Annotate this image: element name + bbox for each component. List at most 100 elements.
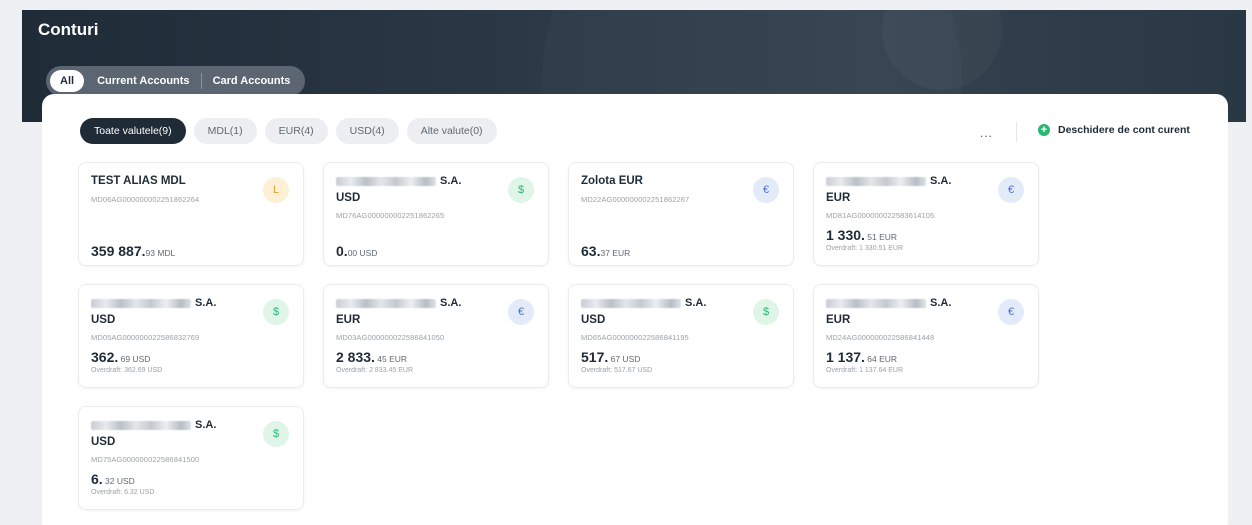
redacted-text [826,298,926,308]
overdraft-info: Overdraft: 2 833.45 EUR [336,367,414,374]
account-card[interactable]: S.A. USD MD05AG000000022586832769 $362. 69 … [78,284,304,388]
overdraft-info: Overdraft: 517.67 USD [581,367,653,374]
balance-integer: 63. [581,243,601,259]
balance-decimal-currency: 51 EUR [864,232,898,242]
account-balance: 63.37 EUR [581,243,630,261]
account-name-suffix: S.A. [685,297,707,309]
overdraft-info: Overdraft: 362.69 USD [91,367,163,374]
account-type-tabs: All Current Accounts Card Accounts [46,66,306,96]
account-iban: MD76AG000000002251862265 [336,211,445,220]
account-card[interactable]: Zolota EUR MD22AG000000002251862267 €63.37… [568,162,794,266]
account-cards-grid: TEST ALIAS MDL MD06AG000000002251862264 L 3… [78,162,1039,510]
account-card[interactable]: S.A. EUR MD03AG000000022586841050 €2 833. 4… [323,284,549,388]
overdraft-info: Overdraft: 6.32 USD [91,489,155,496]
dollar-icon: $ [263,421,289,447]
euro-icon: € [753,177,779,203]
balance-decimal-currency: 00 USD [347,248,378,258]
dollar-icon: $ [508,177,534,203]
account-iban: MD05AG000000022586832769 [91,333,200,342]
tab-card-accounts[interactable]: Card Accounts [202,70,302,92]
filter-chip-other[interactable]: Alte valute(0) [406,118,497,144]
currency-filter-chips: Toate valutele(9) MDL(1) EUR(4) USD(4) A… [80,118,497,144]
account-name-suffix: S.A. [930,175,952,187]
balance-integer: 0. [336,243,348,259]
accounts-panel: Toate valutele(9) MDL(1) EUR(4) USD(4) A… [42,94,1228,525]
account-balance: 2 833. 45 EUR [336,349,407,367]
account-balance: 1 137. 64 EUR [826,349,897,367]
balance-integer: 1 137. [826,349,865,365]
account-iban: MD03AG000000022586841050 [336,333,445,342]
account-balance: 362. 69 USD [91,349,150,367]
account-currency: USD [336,192,361,204]
overdraft-info: Overdraft: 1 137.64 EUR [826,367,904,374]
page-title: Conturi [38,20,99,39]
account-card[interactable]: S.A. EUR MD24AG000000022586841448 €1 137. 6… [813,284,1039,388]
dollar-icon: $ [753,299,779,325]
dollar-icon: $ [263,299,289,325]
account-balance: 0.00 USD [336,243,377,261]
account-currency: USD [91,314,116,326]
euro-icon: € [998,299,1024,325]
account-card[interactable]: S.A. USD MD76AG000000002251862265 $0.00 USD [323,162,549,266]
account-card[interactable]: TEST ALIAS MDL MD06AG000000002251862264 L 3… [78,162,304,266]
balance-decimal-currency: 45 EUR [374,354,408,364]
redacted-text [826,176,926,186]
redacted-text [336,176,436,186]
account-currency: USD [91,436,116,448]
account-iban: MD81AG000000022583614105 [826,211,935,220]
redacted-text [91,420,191,430]
balance-decimal-currency: 69 USD [118,354,151,364]
account-name: Zolota EUR [581,175,643,187]
balance-decimal-currency: 93 MDL [145,248,176,258]
redacted-text [91,298,191,308]
balance-decimal-currency: 37 EUR [600,248,631,258]
leu-icon: L [263,177,289,203]
account-name-redacted: S.A. [336,175,461,187]
tab-all[interactable]: All [50,70,85,92]
account-name-redacted: S.A. [91,419,216,431]
account-name-redacted: S.A. [826,175,951,187]
account-card[interactable]: S.A. EUR MD81AG000000022583614105 €1 330. 5… [813,162,1039,266]
account-iban: MD75AG000000022586841500 [91,455,200,464]
account-currency: EUR [826,192,851,204]
plus-circle-icon: + [1038,124,1050,136]
balance-integer: 6. [91,471,103,487]
account-name-suffix: S.A. [930,297,952,309]
overdraft-info: Overdraft: 1 330.51 EUR [826,245,904,252]
account-card[interactable]: S.A. USD MD75AG000000022586841500 $6. 32 US… [78,406,304,510]
redacted-text [336,298,436,308]
account-card[interactable]: S.A. USD MD65AG000000022586841195 $517. 67 … [568,284,794,388]
euro-icon: € [508,299,534,325]
account-balance: 517. 67 USD [581,349,640,367]
account-iban: MD65AG000000022586841195 [581,333,689,342]
filter-chip-mdl[interactable]: MDL(1) [193,118,257,144]
euro-icon: € [998,177,1024,203]
tab-current-accounts[interactable]: Current Accounts [86,70,201,92]
balance-integer: 2 833. [336,349,375,365]
balance-decimal-currency: 67 USD [608,354,641,364]
account-currency: USD [581,314,606,326]
filter-chip-eur[interactable]: EUR(4) [264,118,328,144]
account-currency: EUR [336,314,361,326]
account-name-suffix: S.A. [195,297,217,309]
more-options-button[interactable]: ... [980,126,993,140]
divider [1016,122,1017,142]
open-account-label: Deschidere de cont curent [1058,124,1190,136]
filter-chip-usd[interactable]: USD(4) [335,118,399,144]
balance-decimal-currency: 64 EUR [864,354,898,364]
redacted-text [581,298,681,308]
account-balance: 6. 32 USD [91,471,135,489]
account-name: TEST ALIAS MDL [91,175,186,187]
balance-integer: 359 887. [91,243,146,259]
account-balance: 359 887.93 MDL [91,243,175,261]
filter-chip-all-currencies[interactable]: Toate valutele(9) [80,118,186,144]
balance-integer: 517. [581,349,609,365]
account-name-redacted: S.A. [581,297,706,309]
account-name-suffix: S.A. [440,175,462,187]
open-current-account-button[interactable]: + Deschidere de cont curent [1038,124,1190,136]
account-name-redacted: S.A. [336,297,461,309]
account-iban: MD06AG000000002251862264 [91,195,200,204]
balance-decimal-currency: 32 USD [102,476,135,486]
balance-integer: 362. [91,349,119,365]
account-iban: MD22AG000000002251862267 [581,195,690,204]
